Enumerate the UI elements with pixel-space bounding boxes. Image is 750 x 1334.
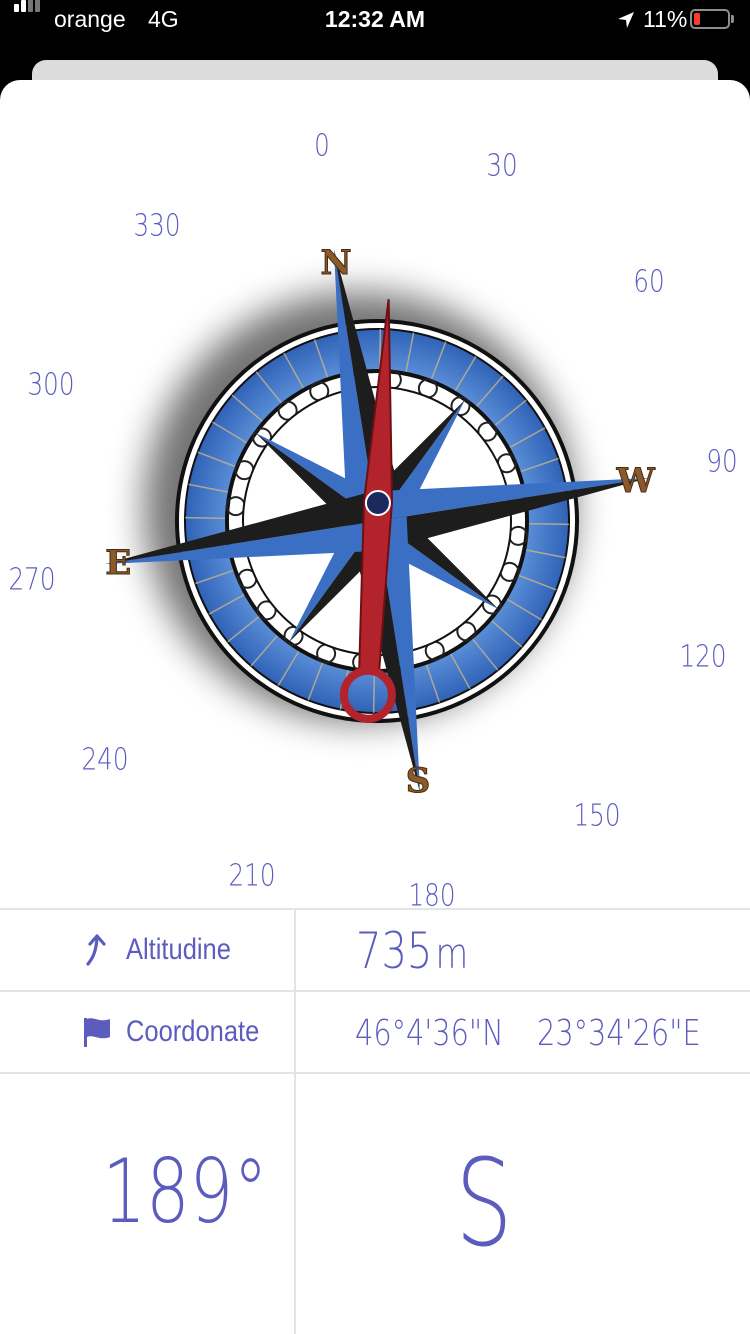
divider [0,1072,750,1074]
cardinal-letter-n: N [320,243,351,283]
altitude-label: Altitudine [126,933,231,966]
arrow-up-turn-icon [86,934,106,966]
coordinates-label-cell: Coordonate [82,992,283,1072]
status-time: 12:32 AM [324,6,426,32]
altitude-label-cell: Altitudine [82,910,249,990]
battery-tip [731,15,734,23]
heading-degrees: 189° [102,1140,268,1243]
status-bar: orange 4G 12:32 AM 11% [0,0,750,44]
compass-area: 180 210 240 270 300 330 0 30 60 90 120 150 NESW [0,80,750,914]
location-arrow-icon [618,12,634,28]
heading-direction: S [455,1135,513,1274]
cardinal-letter-s: S [406,761,431,801]
needle-pivot [364,490,391,517]
divider [294,910,296,1334]
flag-icon [84,1018,110,1047]
compass-sheet: 180 210 240 270 300 330 0 30 60 90 120 150 NESW Alt… [0,80,750,1334]
battery-icon [690,9,730,29]
altitude-value: 735m [356,922,468,980]
latitude-value: 46°4'36"N [355,1013,504,1054]
altitude-unit: m [435,929,469,978]
altitude-number: 735 [356,922,433,980]
compass-rose: N E S W [105,243,656,802]
coordinates-label: Coordonate [126,1015,260,1048]
longitude-value: 23°34'26"E [537,1013,701,1054]
cardinal-letter-w: W [616,461,656,501]
cardinal-letter-e: E [105,543,131,583]
battery-percent: 11% [643,6,688,32]
